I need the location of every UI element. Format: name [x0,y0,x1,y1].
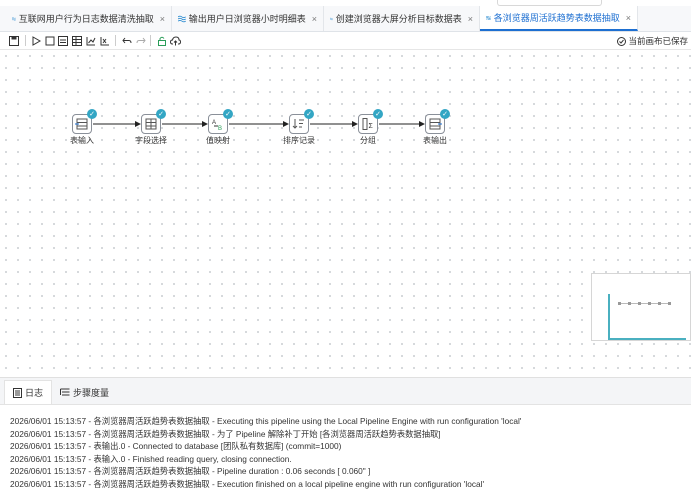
close-icon[interactable]: × [306,14,317,24]
tab-label: 输出用户日浏览器小时明细表 [188,14,306,24]
step-label: 表输出 [423,136,447,145]
step-label: 值映射 [206,136,230,145]
log-line: 2026/06/01 15:13:57 - 表输出.0 - Connected … [10,441,342,452]
tab-label: 各浏览器周活跃趋势表数据抽取 [493,13,620,23]
check-icon: ✓ [304,109,314,119]
close-icon[interactable]: × [462,14,473,24]
log-line: 2026/06/01 15:13:57 - 表输入.0 - Finished r… [10,453,292,464]
publish-icon[interactable] [170,35,181,46]
editor-tab-bar: 互联网用户行为日志数据清洗抽取 × 输出用户日浏览器小时明细表 × 创建浏览器大… [0,6,691,32]
log-output: 2026/06/01 15:13:57 - 各浏览器周活跃趋势表数据抽取 - E… [10,415,687,491]
step-node-sort-rows[interactable]: ✓ [289,109,314,134]
svg-text:A: A [212,120,216,126]
check-icon: ✓ [87,109,97,119]
toolbar-divider [115,35,116,46]
step-label: 排序记录 [283,136,315,145]
tab-0[interactable]: 互联网用户行为日志数据清洗抽取 × [6,6,172,31]
undo-icon[interactable] [121,35,132,46]
check-circle-icon [617,36,627,46]
check-icon: ✓ [373,109,383,119]
check-icon: ✓ [223,109,233,119]
pipeline-connections [93,121,425,127]
pipeline-icon [486,15,491,20]
svg-text:Σ: Σ [369,123,374,130]
check-icon: ✓ [440,109,450,119]
tab-log-label: 日志 [25,388,44,398]
close-icon[interactable]: × [154,14,165,24]
impact-icon[interactable] [85,35,96,46]
log-icon [13,387,22,398]
pipeline-icon [330,17,333,20]
sql-icon[interactable] [99,35,110,46]
canvas-minimap[interactable] [591,273,691,341]
save-status-text: 当前画布已保存 [628,36,688,46]
svg-text:B: B [218,126,222,132]
step-label: 表输入 [70,136,94,145]
toolbar-divider [150,35,151,46]
step-node-field-select[interactable]: ✓ [141,109,166,134]
step-node-table-input[interactable]: ✓ [72,109,97,134]
execution-results-panel: 日志 步骤度量 2026/06/01 15:13:57 - 各浏览器周活跃趋势表… [0,377,691,491]
minimap-flow [618,302,671,305]
tab-label: 创建浏览器大屏分析目标数据表 [335,14,462,24]
close-icon[interactable]: × [620,13,631,23]
step-node-group-by[interactable]: Σ ✓ [358,109,383,134]
log-line: 2026/06/01 15:13:57 - 各浏览器周活跃趋势表数据抽取 - E… [10,416,522,426]
log-line: 2026/06/01 15:13:57 - 各浏览器周活跃趋势表数据抽取 - E… [10,478,485,489]
lock-icon[interactable] [156,35,167,46]
step-node-table-output[interactable]: ✓ [425,109,450,134]
run-icon[interactable] [30,35,41,46]
tab-step-metrics-label: 步骤度量 [73,387,110,398]
tab-3-active[interactable]: 各浏览器周活跃趋势表数据抽取 × [480,6,638,31]
save-status: 当前画布已保存 [617,35,688,47]
save-icon[interactable] [8,35,19,46]
pipeline-canvas[interactable]: ✓ 表输入 ✓ 字段选择 AB ✓ 值映射 ✓ 排序记录 Σ ✓ 分组 ✓ 表输… [0,50,691,376]
check-icon: ✓ [156,109,166,119]
redo-icon[interactable] [135,35,146,46]
tab-log[interactable]: 日志 [4,380,53,404]
pipeline-icon [178,15,186,22]
metrics-icon [60,388,70,396]
tab-step-metrics[interactable]: 步骤度量 [52,380,117,404]
debug-icon[interactable] [71,35,82,46]
step-label: 分组 [360,136,376,145]
log-tab-bar: 日志 步骤度量 [0,378,691,405]
tab-label: 互联网用户行为日志数据清洗抽取 [18,14,154,24]
step-label: 字段选择 [135,136,167,145]
pipeline-icon [12,16,16,21]
preview-icon[interactable] [57,35,68,46]
pipeline-toolbar: 当前画布已保存 [0,32,691,50]
toolbar-divider [25,35,26,46]
step-node-value-mapping[interactable]: AB ✓ [208,109,233,134]
tab-1[interactable]: 输出用户日浏览器小时明细表 × [172,6,324,31]
log-line: 2026/06/01 15:13:57 - 各浏览器周活跃趋势表数据抽取 - P… [10,466,371,477]
tab-2[interactable]: 创建浏览器大屏分析目标数据表 × [324,6,480,31]
log-line: 2026/06/01 15:13:57 - 各浏览器周活跃趋势表数据抽取 - 为… [10,428,441,439]
stop-icon[interactable] [44,35,55,46]
